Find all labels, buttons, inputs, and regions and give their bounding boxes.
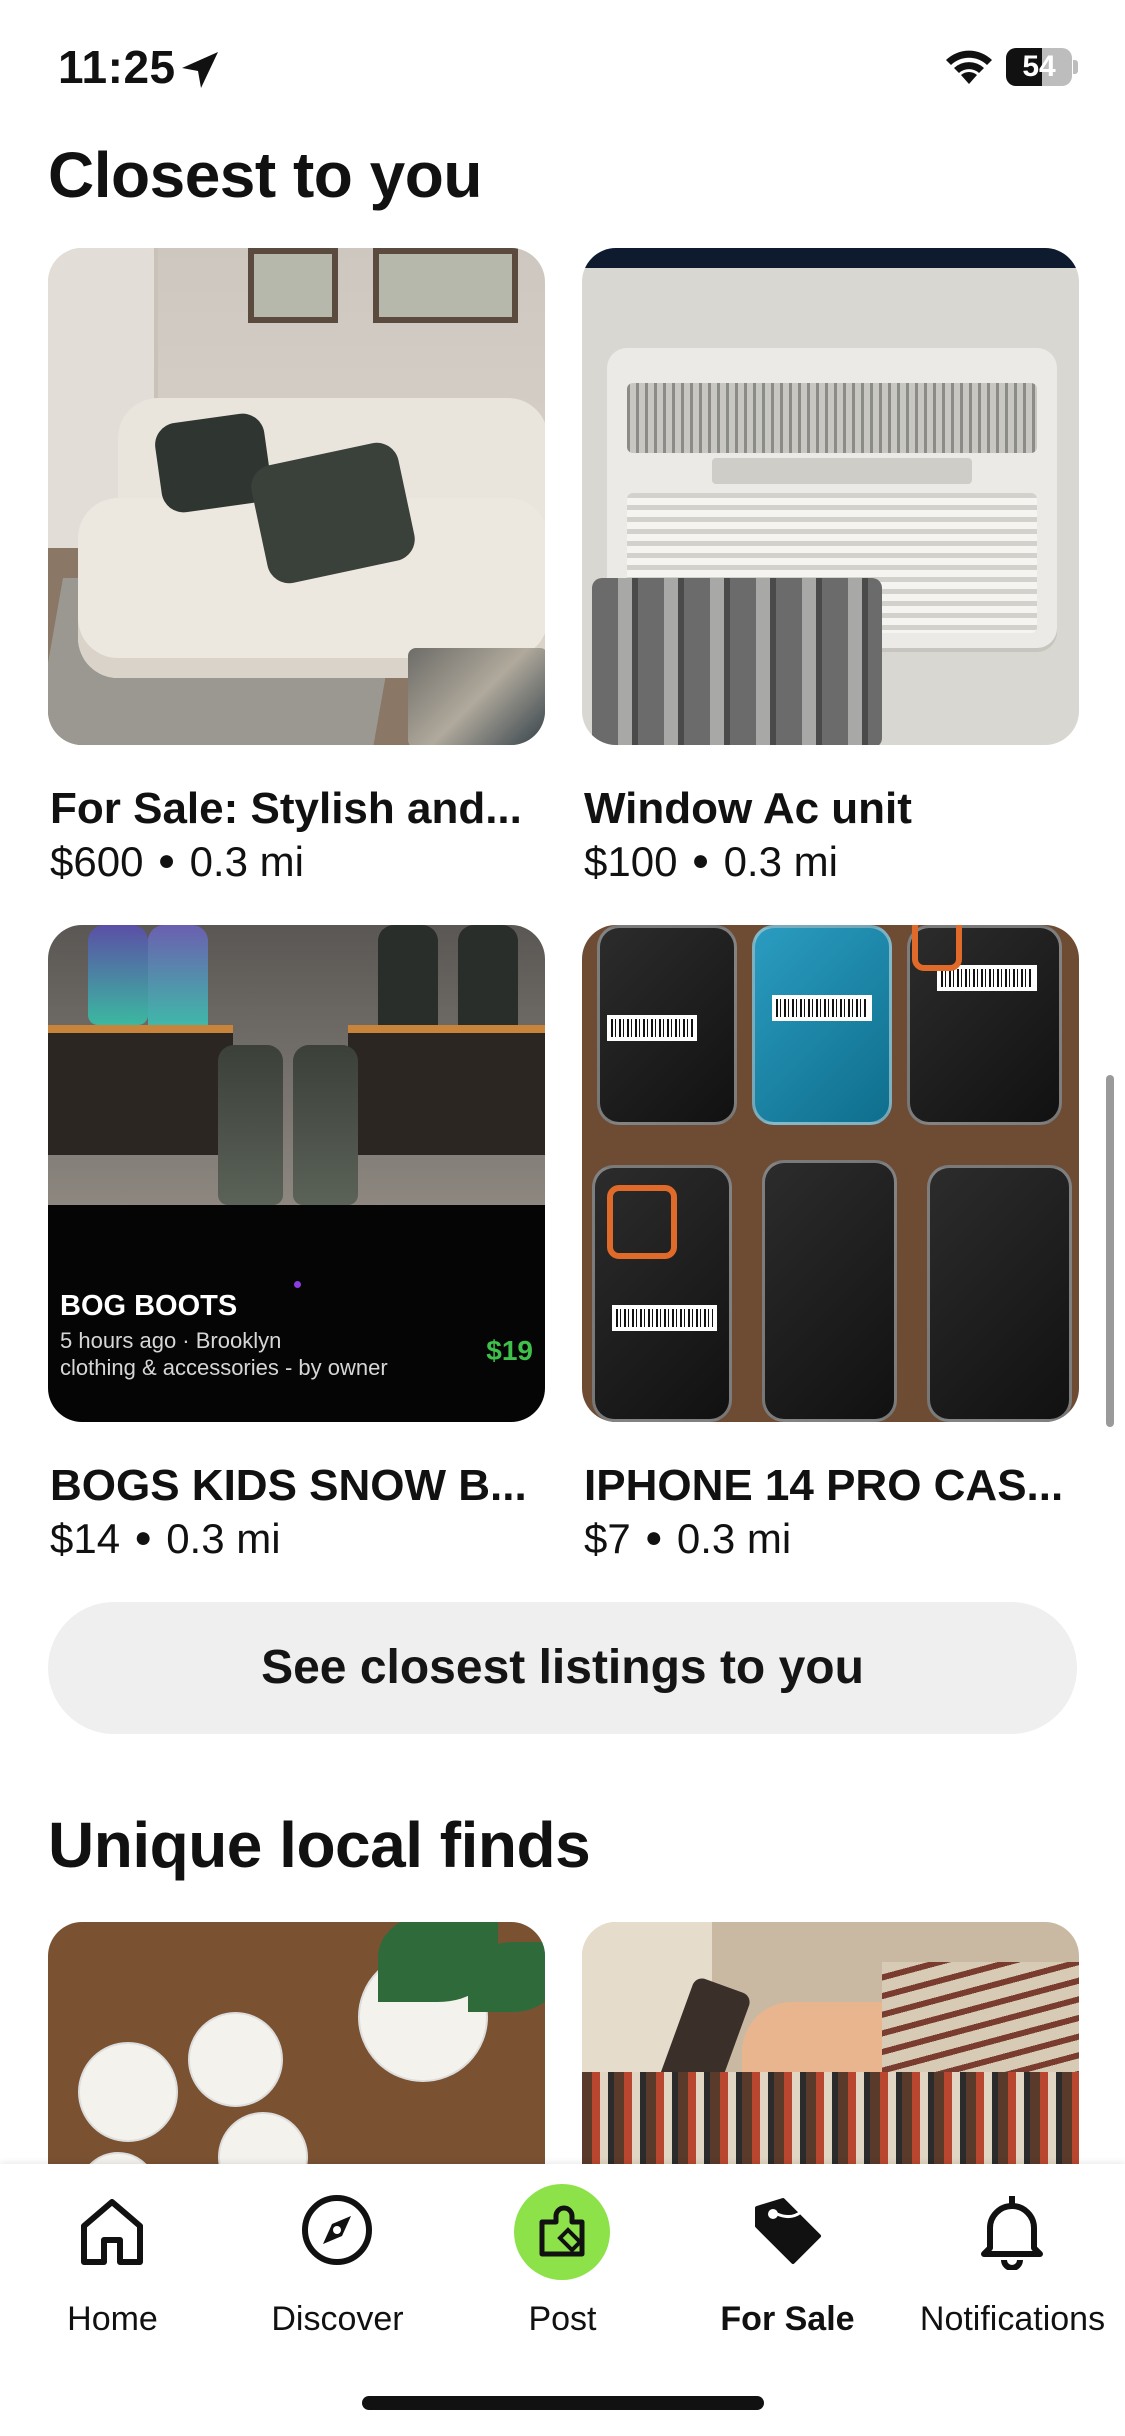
listing-image-boots[interactable]: BOG BOOTS 5 hours ago · Brooklyn clothin… bbox=[48, 925, 545, 1422]
listing-price: $7 bbox=[584, 1515, 631, 1562]
unique-find-image-records[interactable] bbox=[582, 1922, 1079, 2182]
home-indicator bbox=[362, 2396, 764, 2410]
wifi-icon bbox=[946, 50, 992, 84]
tab-label: Notifications bbox=[919, 2300, 1106, 2338]
tab-for-sale[interactable]: For Sale bbox=[675, 2190, 900, 2350]
listing-title[interactable]: IPHONE 14 PRO CAS... bbox=[584, 1461, 1084, 1511]
unique-find-image-coasters[interactable] bbox=[48, 1922, 545, 2182]
separator-dot: ● bbox=[134, 1521, 153, 1554]
listing-distance: 0.3 mi bbox=[166, 1515, 281, 1562]
separator-dot: ● bbox=[691, 844, 710, 877]
tab-home[interactable]: Home bbox=[0, 2190, 225, 2350]
battery-level: 54 bbox=[1022, 50, 1056, 83]
compass-icon bbox=[302, 2195, 372, 2265]
tab-label: Post bbox=[528, 2300, 597, 2338]
section-title-closest: Closest to you bbox=[48, 139, 482, 211]
listing-price: $100 bbox=[584, 838, 678, 885]
tab-label: For Sale bbox=[720, 2300, 855, 2338]
post-tag-icon bbox=[539, 2205, 585, 2257]
listing-meta: $14 ● 0.3 mi bbox=[50, 1515, 281, 1563]
listing-title[interactable]: Window Ac unit bbox=[584, 784, 1084, 834]
status-time: 11:25 bbox=[58, 41, 176, 93]
tab-post[interactable]: Post bbox=[450, 2184, 675, 2350]
listing-meta: $600 ● 0.3 mi bbox=[50, 838, 304, 886]
overlay-name: BOG BOOTS bbox=[60, 1290, 238, 1322]
see-closest-listings-button[interactable]: See closest listings to you bbox=[48, 1602, 1077, 1734]
battery-icon: 54 bbox=[1006, 48, 1078, 88]
section-title-unique: Unique local finds bbox=[48, 1809, 591, 1881]
listing-image-ac[interactable] bbox=[582, 248, 1079, 745]
tab-label: Discover bbox=[271, 2300, 404, 2338]
tab-notifications[interactable]: Notifications bbox=[900, 2190, 1125, 2350]
listing-meta: $7 ● 0.3 mi bbox=[584, 1515, 791, 1563]
listing-meta: $100 ● 0.3 mi bbox=[584, 838, 838, 886]
overlay-line-1: 5 hours ago · Brooklyn bbox=[60, 1328, 282, 1353]
listing-price: $600 bbox=[50, 838, 144, 885]
listing-distance: 0.3 mi bbox=[723, 838, 838, 885]
location-arrow-icon bbox=[182, 52, 218, 88]
tab-label: Home bbox=[67, 2300, 158, 2338]
status-bar: 11:25 54 bbox=[0, 0, 1125, 140]
listing-image-sofa[interactable] bbox=[48, 248, 545, 745]
bell-icon bbox=[981, 2196, 1043, 2270]
overlay-price: $19 bbox=[486, 1335, 533, 1366]
listing-title[interactable]: BOGS KIDS SNOW B... bbox=[50, 1461, 550, 1511]
listing-distance: 0.3 mi bbox=[189, 838, 304, 885]
listing-image-cases[interactable] bbox=[582, 925, 1079, 1422]
scrollbar[interactable] bbox=[1106, 1075, 1114, 1427]
overlay-details: 5 hours ago · Brooklyn clothing & access… bbox=[60, 1327, 388, 1381]
separator-dot: ● bbox=[644, 1521, 663, 1554]
listing-title[interactable]: For Sale: Stylish and... bbox=[50, 784, 550, 834]
home-icon bbox=[81, 2199, 143, 2265]
tab-discover[interactable]: Discover bbox=[225, 2190, 450, 2350]
app-screen: 11:25 54 Closest to you For Sale: Stylis… bbox=[0, 0, 1125, 2436]
price-tag-icon bbox=[755, 2198, 821, 2264]
listing-distance: 0.3 mi bbox=[676, 1515, 792, 1562]
overlay-line-2: clothing & accessories - by owner bbox=[60, 1355, 388, 1380]
listing-price: $14 bbox=[50, 1515, 121, 1562]
separator-dot: ● bbox=[157, 844, 176, 877]
